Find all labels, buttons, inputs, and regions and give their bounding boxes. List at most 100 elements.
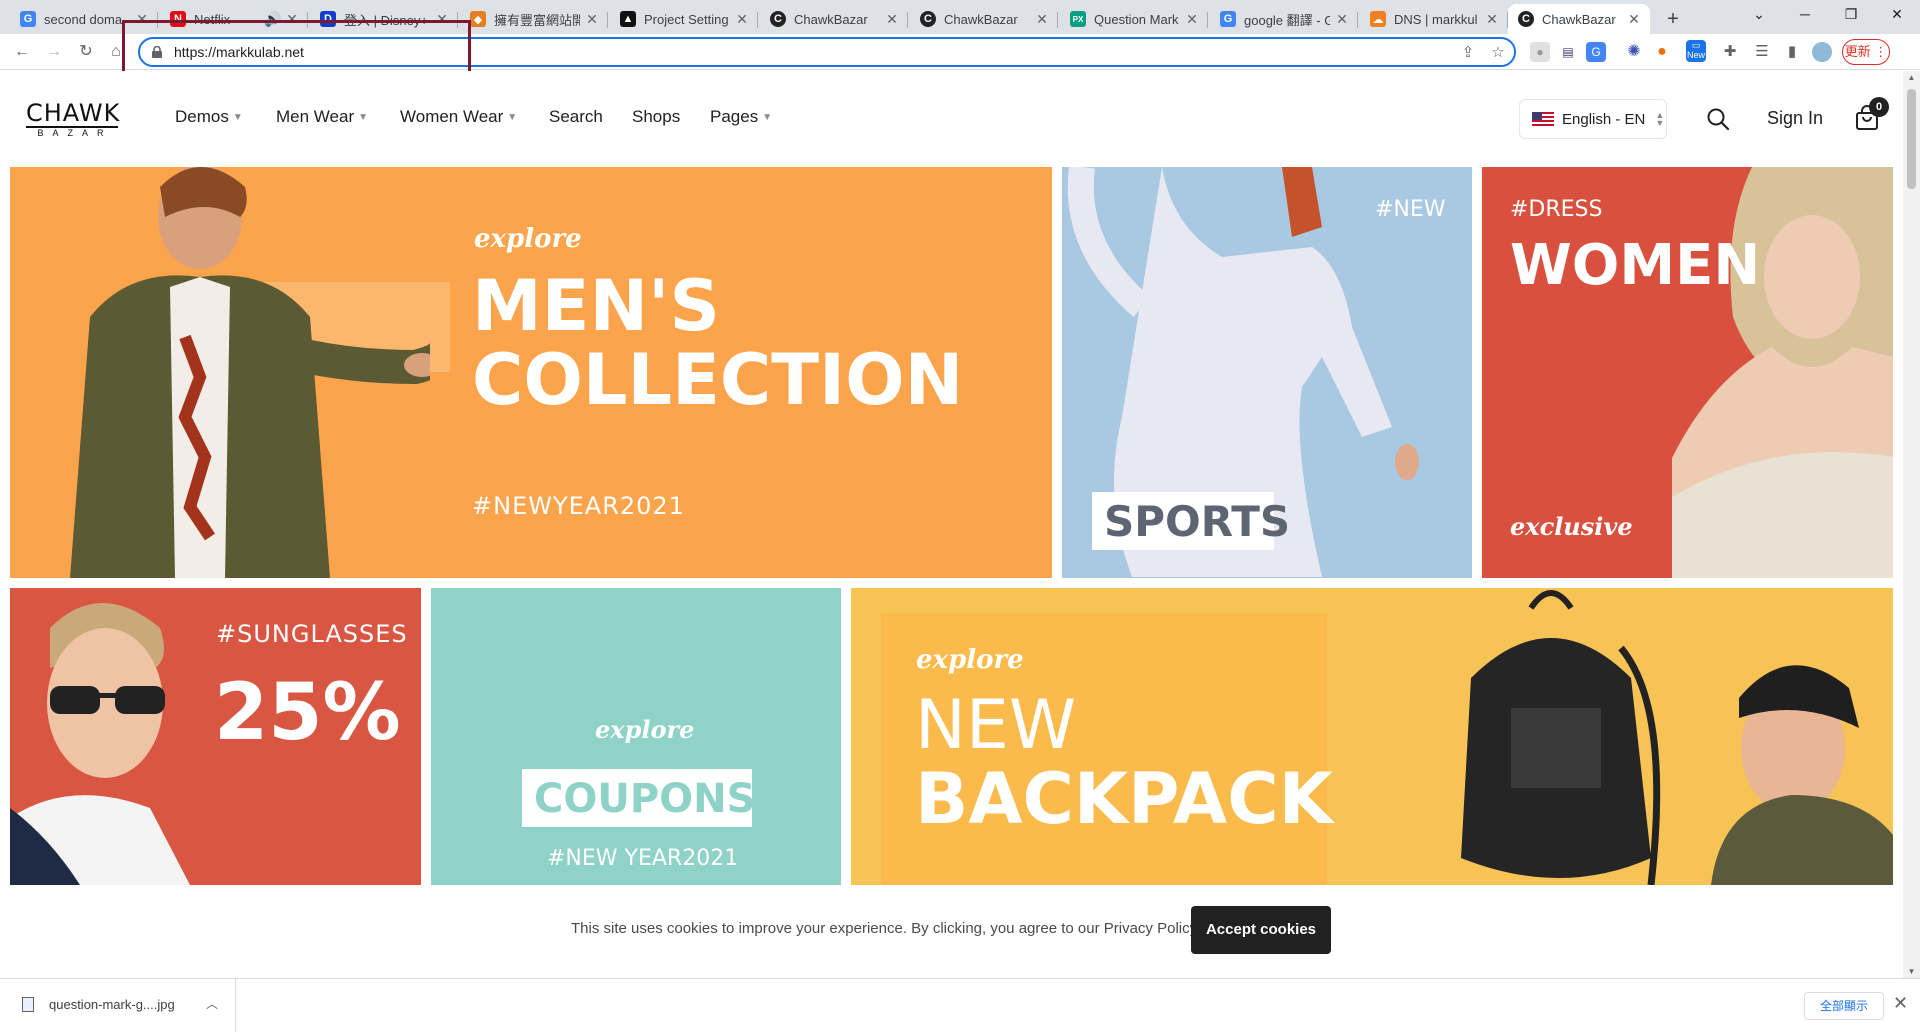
translate-extension-icon[interactable]: G [1586, 42, 1606, 62]
browser-tab[interactable]: C ChawkBazar ✕ [760, 4, 908, 34]
banner-sunglasses[interactable]: #SUNGLASSES 25% [10, 588, 421, 885]
browser-tab[interactable]: ☁ DNS | markkul ✕ [1360, 4, 1508, 34]
banner-sports[interactable]: #NEW SPORTS [1062, 167, 1472, 578]
close-download-shelf-icon[interactable]: ✕ [1893, 993, 1908, 1014]
new-badge: New [1686, 50, 1705, 60]
women-hashtag: #DRESS [1510, 197, 1603, 222]
puzzle-extensions-icon[interactable]: ✚ [1720, 42, 1740, 62]
site-logo[interactable]: CHAWK BAZAR [26, 101, 119, 138]
female-model-figure [1672, 167, 1893, 578]
chawkbazar-favicon-icon: C [1518, 11, 1534, 27]
bookmark-star-icon[interactable]: ☆ [1488, 43, 1508, 63]
mens-hashtag: #NEWYEAR2021 [472, 492, 685, 520]
chawkbazar-favicon-icon: C [770, 11, 786, 27]
tab-label: ChawkBazar [944, 11, 1018, 27]
browser-tab[interactable]: G google 翻譯 - G ✕ [1210, 4, 1358, 34]
chevron-down-icon: ▼ [232, 111, 243, 123]
nav-label: Shops [632, 107, 681, 126]
scrollbar-thumb[interactable] [1907, 89, 1916, 189]
banner-women[interactable]: #DRESS WOMEN exclusive [1482, 167, 1893, 578]
restore-icon[interactable]: ❐ [1828, 0, 1874, 30]
search-icon[interactable] [1706, 107, 1730, 131]
banner-coupons[interactable]: explore COUPONS #NEW YEAR2021 [431, 588, 841, 885]
extension-icon[interactable]: ● [1530, 42, 1550, 62]
reading-list-icon[interactable]: ☰ [1752, 42, 1772, 62]
project-favicon-icon: ▲ [620, 11, 636, 27]
show-all-downloads-button[interactable]: 全部顯示 [1804, 992, 1884, 1020]
nav-item-demos[interactable]: Demos ▼ [175, 107, 243, 127]
window-close-icon[interactable]: ✕ [1874, 0, 1920, 30]
tab-close-icon[interactable]: ✕ [1626, 11, 1642, 28]
chevron-up-icon[interactable]: ︿ [206, 995, 218, 1012]
settings-extension-icon[interactable]: ✺ [1624, 42, 1644, 62]
backpack-and-model-figure [1461, 590, 1893, 885]
women-script-text: exclusive [1510, 512, 1633, 541]
tab-close-icon[interactable]: ✕ [734, 11, 750, 28]
site-header: CHAWK BAZAR Demos ▼ Men Wear ▼ Women Wear ▼… [0, 71, 1903, 167]
browser-tab[interactable]: ▲ Project Setting ✕ [610, 4, 758, 34]
banner-mens-collection[interactable]: explore MEN'S COLLECTION #NEWYEAR2021 [10, 167, 1052, 578]
tab-close-icon[interactable]: ✕ [884, 11, 900, 28]
tab-close-icon[interactable]: ✕ [1334, 11, 1350, 28]
language-label: English - EN [1562, 110, 1646, 128]
sunglasses-model-figure [10, 603, 190, 885]
nav-item-women-wear[interactable]: Women Wear ▼ [400, 107, 517, 127]
browser-tab[interactable]: ◆ 擁有豐富網站開 ✕ [460, 4, 608, 34]
nav-label: Women Wear [400, 107, 504, 126]
browser-tab[interactable]: C ChawkBazar ✕ [910, 4, 1058, 34]
mens-title-line1: MEN'S [472, 265, 720, 347]
nav-item-pages[interactable]: Pages ▼ [710, 107, 772, 127]
update-label: 更新 [1844, 44, 1871, 59]
tab-label: Question Mark [1094, 11, 1179, 27]
share-icon[interactable]: ⇪ [1458, 43, 1478, 63]
accept-cookies-button[interactable]: Accept cookies [1191, 906, 1331, 954]
nav-label: Pages [710, 107, 759, 126]
forward-icon[interactable]: → [42, 40, 66, 64]
chawkbazar-favicon-icon: C [920, 11, 936, 27]
banner-backpack[interactable]: explore NEW BACKPACK [851, 588, 1893, 885]
tab-close-icon[interactable]: ✕ [1484, 11, 1500, 28]
pixabay-favicon-icon: PX [1070, 11, 1086, 27]
language-selector[interactable]: English - EN ▲ ▼ [1519, 99, 1667, 139]
nav-item-men-wear[interactable]: Men Wear ▼ [276, 107, 368, 127]
tab-label: google 翻譯 - G [1244, 12, 1330, 28]
mens-title-line2: COLLECTION [472, 339, 964, 421]
browser-tab[interactable]: PX Question Mark ✕ [1060, 4, 1208, 34]
sign-in-link[interactable]: Sign In [1767, 108, 1823, 129]
tab-label: DNS | markkul [1394, 11, 1478, 27]
cookie-extension-icon[interactable]: ● [1652, 42, 1672, 62]
nav-item-search[interactable]: Search [549, 107, 603, 127]
tab-label: 擁有豐富網站開 [494, 12, 580, 28]
new-tab-button[interactable]: + [1660, 6, 1686, 32]
tab-close-icon[interactable]: ✕ [584, 11, 600, 28]
page-scrollbar[interactable]: ▲ ▼ [1903, 71, 1920, 978]
sunglasses-hashtag: #SUNGLASSES [216, 620, 408, 648]
backpack-title-line2: BACKPACK [915, 758, 1333, 840]
flag-extension-icon[interactable]: ▤ [1558, 42, 1578, 62]
coupons-label-box: COUPONS [522, 769, 755, 827]
tab-search-chevron-icon[interactable]: ⌄ [1736, 0, 1782, 30]
side-panel-icon[interactable]: ▮ [1782, 42, 1802, 62]
tab-label: second doma [44, 11, 123, 27]
update-button[interactable]: 更新 ⋮ [1842, 39, 1890, 65]
nav-item-shops[interactable]: Shops [632, 107, 680, 127]
nav-label: Search [549, 107, 603, 126]
reload-icon[interactable]: ↻ [74, 40, 98, 64]
scroll-up-arrow-icon[interactable]: ▲ [1903, 73, 1920, 82]
cloudflare-favicon-icon: ☁ [1370, 11, 1386, 27]
minimize-icon[interactable]: ─ [1782, 0, 1828, 30]
browser-tab-active[interactable]: C ChawkBazar ✕ [1508, 4, 1650, 34]
sports-label-box: SPORTS [1092, 492, 1290, 550]
tab-close-icon[interactable]: ✕ [1034, 11, 1050, 28]
google-favicon-icon: G [1220, 11, 1236, 27]
profile-avatar[interactable] [1812, 42, 1832, 62]
tab-close-icon[interactable]: ✕ [1184, 11, 1200, 28]
back-icon[interactable]: ← [10, 40, 34, 64]
tab-label: ChawkBazar [1542, 11, 1616, 27]
updown-chevron-icon: ▲ ▼ [1655, 110, 1665, 128]
scroll-down-arrow-icon[interactable]: ▼ [1903, 967, 1920, 976]
new-extension-icon[interactable]: ▭ New [1686, 40, 1706, 62]
logo-bottom-text: BAZAR [26, 126, 118, 138]
male-model-figure [70, 167, 430, 578]
download-item[interactable]: question-mark-g....jpg ︿ [0, 979, 236, 1032]
